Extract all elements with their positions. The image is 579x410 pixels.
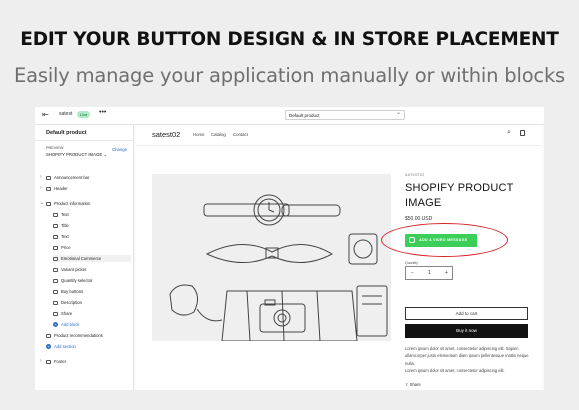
preview-product-name: SHOPIFY PRODUCT IMAGE	[46, 152, 103, 157]
store-header: satest02 Home Catalog Contact ⌕	[136, 125, 542, 146]
sidebar-title: Default product	[46, 130, 87, 136]
preview-label: PREVIEW	[46, 146, 64, 150]
quantity-value: 1	[428, 270, 431, 276]
product-description: Lorem ipsum dolor sit amet, consectetur …	[405, 345, 530, 374]
plus-icon: +	[53, 322, 58, 328]
block-label: Quantity selector	[61, 278, 93, 283]
quantity-stepper[interactable]: − 1 +	[405, 266, 453, 280]
sidebar-block-description[interactable]: Description	[53, 299, 82, 306]
sidebar-block-variant-picker[interactable]: Variant picker	[53, 266, 86, 273]
sidebar-block-text[interactable]: Text	[53, 211, 69, 218]
section-icon	[46, 186, 51, 191]
description-paragraph: Lorem ipsum dolor sit amet, consectetur …	[405, 346, 529, 366]
sidebar-section-product-recommendations[interactable]: Product recommendations	[46, 332, 103, 339]
share-button[interactable]: ⇪ Share	[405, 382, 421, 387]
preview-product-select[interactable]: SHOPIFY PRODUCT IMAGE ⌄	[46, 152, 107, 158]
theme-preview: satest02 Home Catalog Contact ⌕ SATEST02…	[134, 125, 544, 390]
banner-subline: Easily manage your application manually …	[13, 64, 565, 87]
buy-it-now-button[interactable]: Buy it now	[405, 324, 528, 338]
block-icon	[53, 234, 58, 239]
highlight-oval	[381, 223, 508, 257]
block-label: Title	[61, 223, 69, 228]
sidebar-block-title[interactable]: Title	[53, 222, 69, 229]
chevron-right-icon[interactable]: ›	[40, 174, 42, 181]
sidebar-block-buy-buttons[interactable]: Buy buttons	[53, 288, 83, 295]
section-label: Header	[54, 186, 68, 191]
block-label: Buy buttons	[61, 289, 84, 294]
plus-icon: +	[46, 344, 51, 350]
product-vendor: SATEST02	[405, 173, 425, 177]
block-icon	[53, 300, 58, 305]
sidebar-block-share[interactable]: Share	[53, 310, 72, 317]
share-label: Share	[409, 382, 421, 387]
nav-contact[interactable]: Contact	[233, 132, 248, 137]
quantity-label: Quantity	[405, 261, 419, 265]
block-icon	[53, 223, 58, 228]
sidebar: Default product PREVIEW Change SHOPIFY P…	[35, 125, 134, 390]
block-label: Text	[61, 212, 69, 217]
store-logo[interactable]: satest02	[152, 130, 180, 139]
block-icon	[53, 267, 58, 272]
block-icon	[53, 245, 58, 250]
more-options-button[interactable]: •••	[99, 109, 106, 116]
search-icon[interactable]: ⌕	[507, 129, 511, 137]
sidebar-section-footer[interactable]: › Footer	[40, 358, 67, 365]
section-label: Product information	[54, 201, 91, 206]
section-icon	[46, 175, 51, 180]
add-section-button[interactable]: + Add section	[46, 343, 76, 350]
section-label: Announcement bar	[54, 175, 90, 180]
sidebar-section-product-information[interactable]: ⌄ Product information	[40, 200, 91, 207]
add-section-label: Add section	[54, 344, 76, 349]
quantity-decrease-button[interactable]: −	[411, 270, 414, 276]
exit-icon[interactable]: ⇤	[42, 110, 49, 119]
store-name: satest	[59, 111, 73, 117]
storefront-page: satest02 Home Catalog Contact ⌕ SATEST02…	[136, 125, 542, 390]
banner-headline: EDIT YOUR BUTTON DESIGN & IN STORE PLACE…	[20, 29, 559, 50]
block-label: Price	[61, 245, 71, 250]
add-to-cart-button[interactable]: Add to cart	[405, 307, 528, 320]
sidebar-section-header[interactable]: › Header	[40, 185, 68, 192]
sidebar-block-text[interactable]: Text	[53, 233, 69, 240]
chevron-right-icon[interactable]: ›	[40, 358, 42, 365]
section-label: Product recommendations	[54, 333, 103, 338]
share-icon: ⇪	[405, 382, 409, 387]
add-block-label: Add block	[61, 322, 80, 327]
chevron-down-icon[interactable]: ⌄	[40, 200, 44, 207]
nav-home[interactable]: Home	[193, 132, 204, 137]
sidebar-block-price[interactable]: Price	[53, 244, 71, 251]
block-label: Text	[61, 234, 69, 239]
editor-topbar: ⇤ satest Live ••• Default product	[35, 107, 544, 125]
app-block-icon	[53, 256, 58, 261]
section-label: Footer	[54, 359, 67, 364]
nav-catalog[interactable]: Catalog	[211, 132, 226, 137]
tag-icon	[46, 201, 51, 206]
quantity-increase-button[interactable]: +	[445, 270, 448, 276]
block-icon	[53, 311, 58, 316]
block-label: Emotional Commerce	[61, 256, 102, 261]
product-price: $50.00 USD	[405, 216, 433, 222]
product-illustration	[169, 194, 388, 341]
add-block-button[interactable]: + Add block	[53, 321, 79, 328]
editor-window: ⇤ satest Live ••• Default product Defaul…	[35, 107, 544, 390]
block-label: Share	[61, 311, 73, 316]
block-icon	[53, 289, 58, 294]
section-icon	[46, 359, 51, 364]
block-icon	[53, 212, 58, 217]
block-label: Variant picker	[61, 267, 87, 272]
description-paragraph: Lorem ipsum dolor sit amet, consectetur …	[405, 367, 505, 373]
sidebar-section-announcement-bar[interactable]: › Announcement bar	[40, 174, 90, 181]
status-badge: Live	[77, 111, 91, 118]
sidebar-block-quantity-selector[interactable]: Quantity selector	[53, 277, 92, 284]
cart-icon[interactable]	[520, 130, 525, 136]
product-title: SHOPIFY PRODUCT IMAGE	[405, 182, 514, 209]
chevron-right-icon[interactable]: ›	[40, 185, 42, 192]
divider	[35, 140, 133, 141]
template-select[interactable]: Default product	[285, 108, 405, 120]
tag-icon	[46, 333, 51, 338]
block-icon	[53, 278, 58, 283]
change-preview-link[interactable]: Change	[112, 147, 127, 152]
product-image	[152, 174, 391, 341]
block-label: Description	[61, 300, 82, 305]
sidebar-block-emotional-commerce[interactable]: Emotional Commerce	[53, 255, 131, 262]
